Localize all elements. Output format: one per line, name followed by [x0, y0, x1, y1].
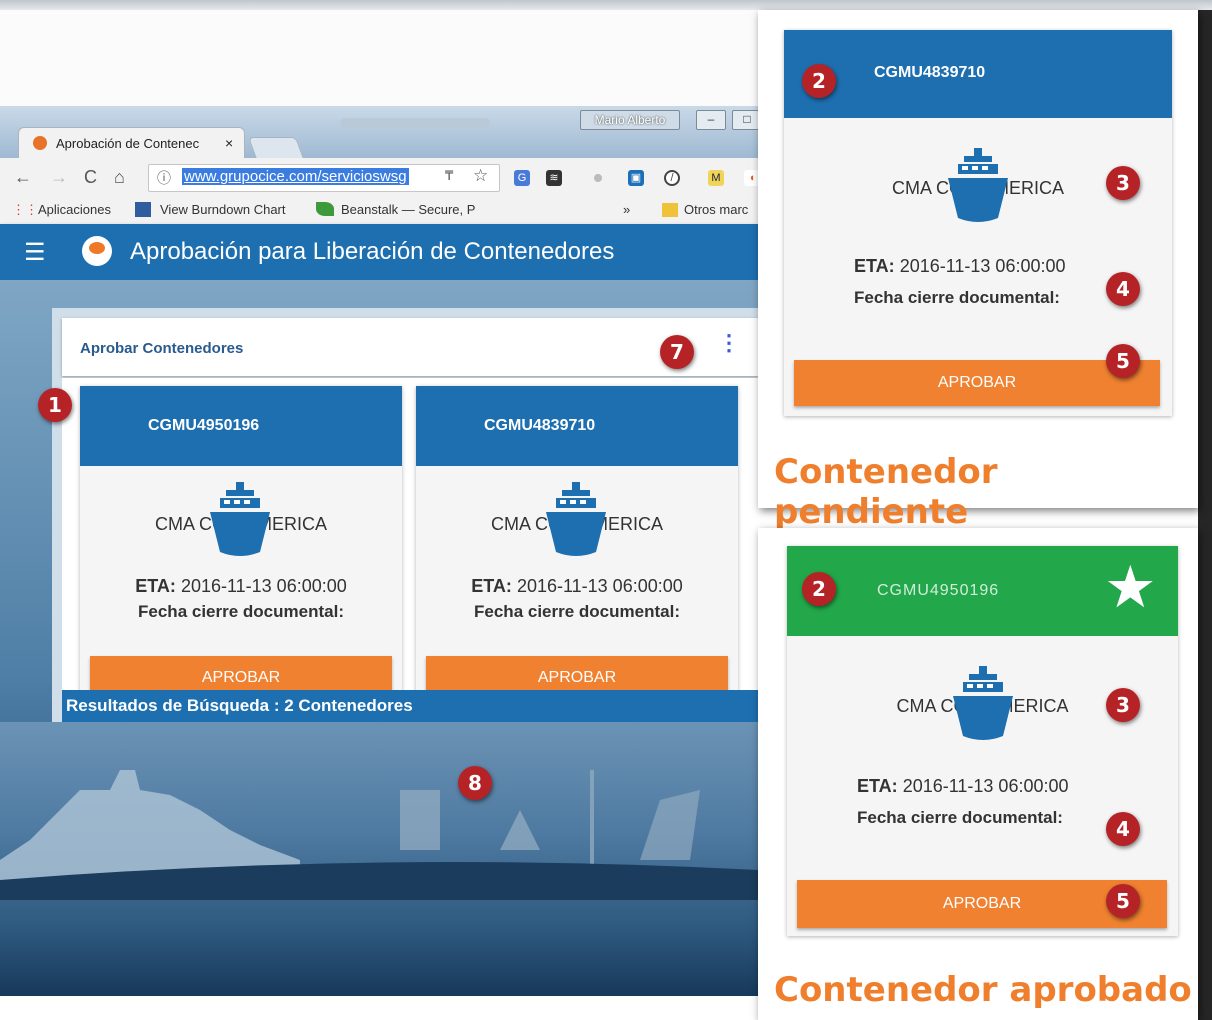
- apps-grid-icon: ⋮⋮: [12, 202, 38, 217]
- annotation-badge: 2: [802, 572, 836, 606]
- trello-extension-icon[interactable]: ▣: [628, 170, 644, 186]
- eta-line: ETA: 2016-11-13 06:00:00: [80, 576, 402, 597]
- browser-toolbar: ← → C ⌂ ⓘ www.grupocice.com/servicioswsg…: [0, 158, 758, 196]
- annotation-badge: 3: [1106, 688, 1140, 722]
- folder-icon: [662, 203, 678, 217]
- browser-tab[interactable]: Aprobación de Contenec ×: [18, 127, 245, 159]
- results-text: Resultados de Búsqueda : 2 Contenedores: [66, 696, 413, 715]
- card-header: CGMU4839710: [416, 386, 738, 466]
- pending-caption: Contenedor pendiente: [774, 452, 998, 532]
- back-icon[interactable]: ←: [14, 167, 32, 188]
- annotation-badge: 7: [660, 335, 694, 369]
- bottom-strip: [0, 996, 770, 1020]
- eta-value: 2016-11-13 06:00:00: [516, 576, 683, 596]
- aprobar-button[interactable]: APROBAR: [794, 360, 1160, 406]
- right-shadow: [1198, 10, 1212, 1020]
- blurred-tab: [340, 118, 490, 128]
- card-header: CGMU4950196: [80, 386, 402, 466]
- annotation-badge: 5: [1106, 344, 1140, 378]
- harbor-silhouette: [0, 770, 758, 900]
- home-icon[interactable]: ⌂: [114, 167, 125, 188]
- eta-value: 2016-11-13 06:00:00: [180, 576, 347, 596]
- fecha-cierre-label: Fecha cierre documental:: [857, 808, 1063, 827]
- window-user-badge[interactable]: Mario Alberto: [580, 110, 680, 130]
- annotation-badge: 4: [1106, 272, 1140, 306]
- site-favicon-icon: [33, 136, 47, 150]
- bookmark-star-icon[interactable]: ☆: [473, 166, 488, 186]
- ship-icon: [948, 148, 1008, 222]
- ship-icon: [546, 482, 606, 556]
- container-id: CGMU4839710: [484, 417, 596, 434]
- annotation-badge: 8: [458, 766, 492, 800]
- fecha-cierre-label: Fecha cierre documental:: [854, 288, 1060, 307]
- more-bookmarks-chevron[interactable]: »: [623, 202, 630, 217]
- leaf-icon: [316, 202, 334, 216]
- eta-value: 2016-11-13 06:00:00: [899, 256, 1066, 276]
- ship-icon: [953, 666, 1013, 740]
- approved-caption: Contenedor aprobado: [774, 970, 1192, 1010]
- container-id: CGMU4839710: [874, 64, 986, 81]
- app-title: Aprobación para Liberación de Contenedor…: [130, 238, 615, 265]
- eta-label: ETA:: [135, 576, 176, 596]
- eta-line: ETA: 2016-11-13 06:00:00: [857, 776, 1069, 797]
- eta-label: ETA:: [471, 576, 512, 596]
- app-logo-icon: [82, 236, 112, 266]
- annotation-badge: 2: [802, 64, 836, 98]
- tab-bar: Aprobación de Contenec × Mario Alberto –…: [0, 106, 758, 159]
- bookmark-other[interactable]: Otros marc: [684, 202, 748, 217]
- star-icon[interactable]: ★: [1107, 562, 1154, 614]
- eta-label: ETA:: [854, 256, 895, 276]
- burndown-icon: [135, 202, 151, 217]
- m-extension-icon[interactable]: M: [708, 170, 724, 186]
- top-background: [0, 10, 770, 106]
- pending-card-header: CGMU4839710: [784, 30, 1172, 118]
- fecha-cierre-label: Fecha cierre documental:: [138, 602, 344, 621]
- section-title: Aprobar Contenedores: [80, 340, 244, 357]
- eta-value: 2016-11-13 06:00:00: [902, 776, 1069, 796]
- approved-card-header: CGMU4950196 ★: [787, 546, 1178, 636]
- annotation-badge: 3: [1106, 166, 1140, 200]
- eta-line: ETA: 2016-11-13 06:00:00: [854, 256, 1066, 277]
- container-id: CGMU4950196: [877, 582, 1000, 599]
- page-background: Aprobar Contenedores ⋮ CGMU4950196 CMA C…: [0, 280, 758, 996]
- annotation-badge: 5: [1106, 884, 1140, 918]
- reload-icon[interactable]: C: [84, 167, 97, 188]
- forward-icon[interactable]: →: [50, 167, 68, 188]
- eta-label: ETA:: [857, 776, 898, 796]
- ship-icon: [210, 482, 270, 556]
- office-extension-icon[interactable]: ◖: [744, 170, 758, 186]
- address-bar[interactable]: ⓘ www.grupocice.com/servicioswsg ₸ ☆: [148, 164, 500, 192]
- key-icon[interactable]: ₸: [445, 168, 453, 184]
- bookmark-beanstalk[interactable]: Beanstalk — Secure, P: [341, 202, 481, 217]
- eta-line: ETA: 2016-11-13 06:00:00: [416, 576, 738, 597]
- approved-card: CGMU4950196 ★ CMA CGM AMERICA ETA: 2016-…: [787, 546, 1178, 936]
- app-bar: ☰ Aprobación para Liberación de Contened…: [0, 224, 758, 280]
- url-text: www.grupocice.com/servicioswsg: [182, 168, 409, 185]
- timer-extension-icon[interactable]: /: [664, 170, 680, 186]
- container-card: CGMU4839710 CMA CGM AMERICA ETA: 2016-11…: [416, 386, 738, 708]
- translate-extension-icon[interactable]: G: [514, 170, 530, 186]
- more-options-icon[interactable]: ⋮: [718, 332, 740, 354]
- tab-close-icon[interactable]: ×: [225, 135, 233, 151]
- annotation-badge: 1: [38, 388, 72, 422]
- bookmark-burndown[interactable]: View Burndown Chart: [160, 202, 286, 217]
- minimize-icon[interactable]: –: [696, 110, 726, 130]
- container-card: CGMU4950196 CMA CGM AMERICA ETA: 2016-11…: [80, 386, 402, 708]
- menu-icon[interactable]: ☰: [24, 238, 46, 267]
- tab-title: Aprobación de Contenec: [56, 136, 200, 151]
- top-strip: [0, 0, 1212, 10]
- section-header: Aprobar Contenedores ⋮: [62, 318, 758, 376]
- annotation-badge: 4: [1106, 812, 1140, 846]
- maximize-icon[interactable]: □: [732, 110, 758, 130]
- results-bar: Resultados de Búsqueda : 2 Contenedores: [62, 690, 758, 722]
- bookmark-apps[interactable]: Aplicaciones: [38, 202, 111, 217]
- bookmarks-bar: ⋮⋮ Aplicaciones View Burndown Chart Bean…: [0, 196, 758, 225]
- info-icon[interactable]: ⓘ: [157, 168, 171, 188]
- dot-extension-icon[interactable]: [594, 174, 602, 182]
- container-id: CGMU4950196: [148, 417, 260, 434]
- browser-window: Aprobación de Contenec × Mario Alberto –…: [0, 106, 758, 996]
- new-tab-button[interactable]: [247, 137, 305, 159]
- layers-extension-icon[interactable]: ≋: [546, 170, 562, 186]
- fecha-cierre-label: Fecha cierre documental:: [474, 602, 680, 621]
